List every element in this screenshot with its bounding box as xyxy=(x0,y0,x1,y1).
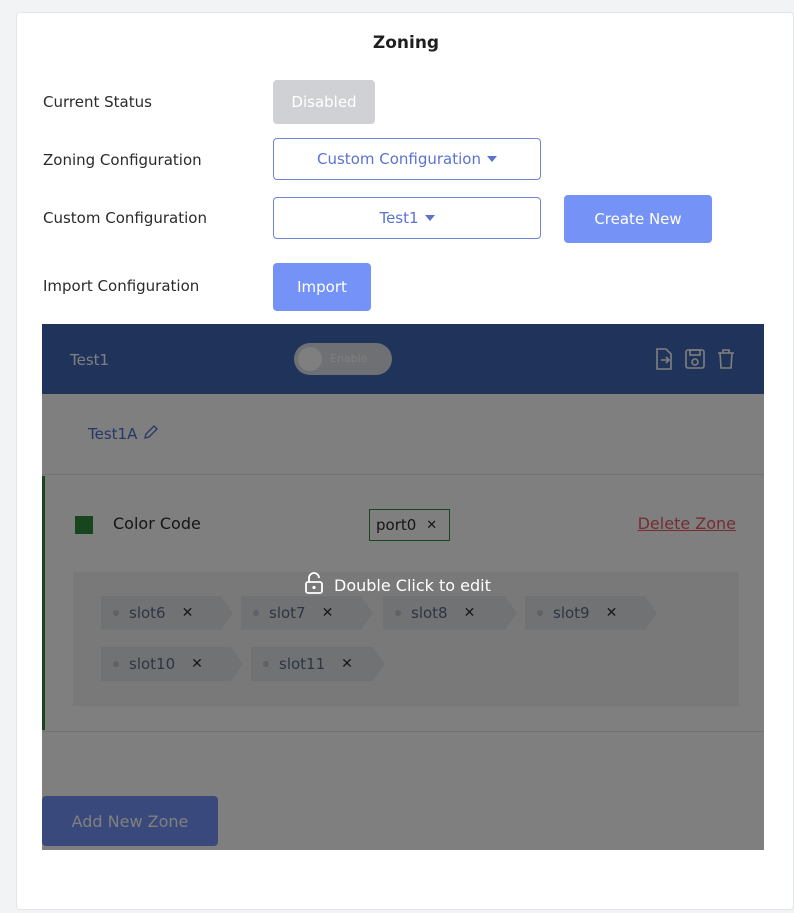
create-new-button[interactable]: Create New xyxy=(564,195,712,243)
edit-hint-text: Double Click to edit xyxy=(334,575,491,595)
custom-configuration-value: Test1 xyxy=(379,209,419,227)
caret-down-icon xyxy=(486,156,497,162)
zoning-configuration-dropdown[interactable]: Custom Configuration xyxy=(273,138,541,180)
page-title: Zoning xyxy=(372,33,440,53)
zoning-configuration-label: Zoning Configuration xyxy=(43,151,202,169)
lock-icon xyxy=(304,572,324,598)
caret-down-icon xyxy=(424,215,435,221)
import-button[interactable]: Import xyxy=(273,263,371,311)
status-disabled-badge: Disabled xyxy=(273,80,375,124)
custom-configuration-dropdown[interactable]: Test1 xyxy=(273,197,541,239)
import-configuration-label: Import Configuration xyxy=(43,277,200,295)
zoning-card: Zoning Current Status Disabled Zoning Co… xyxy=(16,12,794,910)
zone-configuration-panel[interactable]: Test1 Enable Test1A xyxy=(42,324,764,850)
zoning-configuration-value: Custom Configuration xyxy=(317,150,481,168)
custom-configuration-label: Custom Configuration xyxy=(43,209,207,227)
locked-overlay[interactable]: Double Click to edit xyxy=(42,324,764,850)
edit-hint: Double Click to edit xyxy=(304,572,491,598)
current-status-label: Current Status xyxy=(43,93,152,111)
